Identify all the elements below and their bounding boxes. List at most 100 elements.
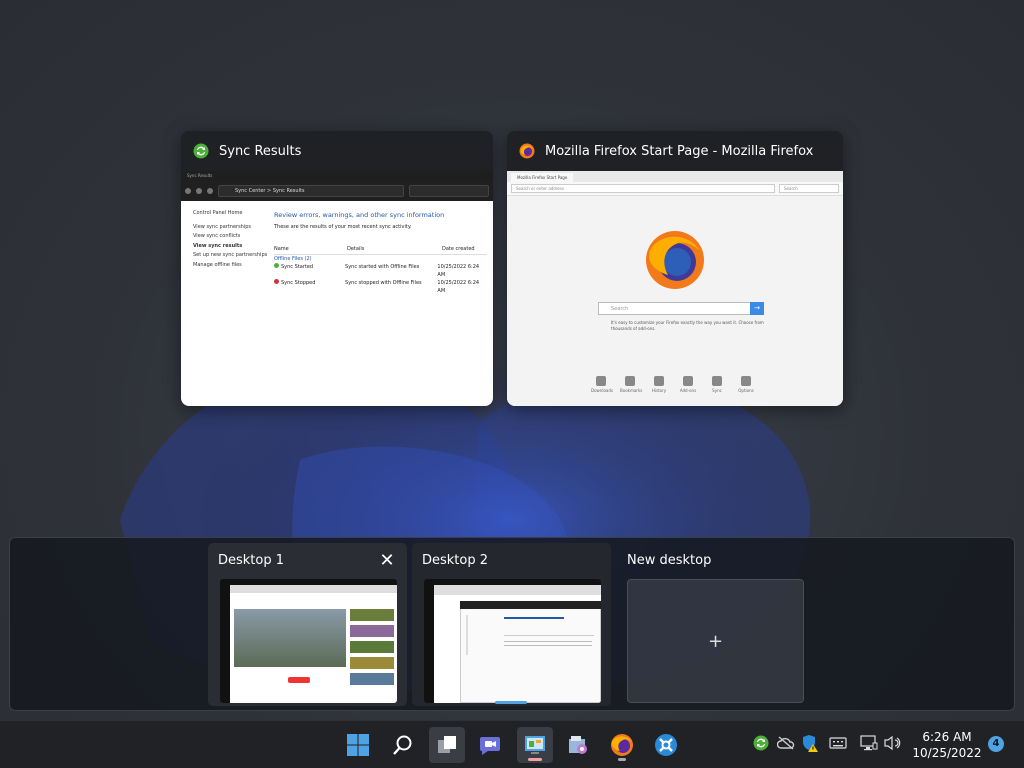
desktop-card-2[interactable]: Desktop 2 <box>412 543 611 706</box>
sidebar-link: Manage offline files <box>193 261 242 268</box>
start-icon <box>347 734 369 756</box>
bookmarks-icon <box>625 376 635 386</box>
clock-date: 10/25/2022 <box>912 746 982 760</box>
options-icon <box>741 376 751 386</box>
column-date: Date created <box>442 246 475 252</box>
chat-button[interactable] <box>472 727 508 763</box>
sync-heading: Review errors, warnings, and other sync … <box>274 211 445 219</box>
tray-keyboard[interactable] <box>828 733 848 753</box>
tray-volume[interactable] <box>883 733 903 753</box>
tray-onedrive[interactable] <box>776 733 796 753</box>
window-card-firefox[interactable]: Mozilla Firefox Start Page - Mozilla Fir… <box>507 131 843 406</box>
row-details: Sync started with Offline Files <box>345 264 420 270</box>
tray-network[interactable] <box>859 733 879 753</box>
row-details: Sync stopped with Offline Files <box>345 280 422 286</box>
column-name: Name <box>274 246 289 252</box>
launcher-label: Bookmarks <box>620 388 643 393</box>
window-card-header: Sync Results <box>181 131 493 171</box>
teams-chat-icon <box>480 737 500 755</box>
cloud-offline-icon <box>777 736 795 750</box>
table-row: Sync Stopped Sync stopped with Offline F… <box>274 279 487 295</box>
search-placeholder: Search <box>611 306 629 312</box>
sync-started-icon <box>274 263 279 268</box>
thumbnail-main: Review errors, warnings, and other sync … <box>274 211 487 295</box>
thumbnail-navbar: Search or enter address Search <box>507 182 843 196</box>
results-group: Offline Files (2) <box>274 256 312 262</box>
launcher-label: Options <box>738 388 754 393</box>
task-view-button[interactable] <box>429 727 465 763</box>
launcher-item: Options <box>736 376 756 393</box>
forward-icon <box>196 188 202 194</box>
results-header: Name Details Date created <box>274 246 487 255</box>
taskbar-app-firefox[interactable] <box>604 727 640 763</box>
launcher-label: Sync <box>712 388 722 393</box>
window-thumbnail: Sync Results Sync Center > Sync Results … <box>181 171 493 406</box>
downloads-icon <box>596 376 606 386</box>
new-desktop-card[interactable]: New desktop + <box>617 543 816 706</box>
arrow-right-icon: → <box>750 302 764 315</box>
address-field: Sync Center > Sync Results <box>218 185 404 197</box>
window-thumbnail: Mozilla Firefox Start Page Search or ent… <box>507 171 843 406</box>
tray-sync-center[interactable] <box>751 733 771 753</box>
volume-icon <box>884 735 901 751</box>
start-button[interactable] <box>340 727 376 763</box>
back-icon <box>185 188 191 194</box>
history-icon <box>654 376 664 386</box>
close-icon[interactable]: ✕ <box>377 551 397 571</box>
sync-center-icon <box>193 143 209 159</box>
snippet-text: It's easy to customize your Firefox exac… <box>611 320 764 331</box>
window-card-title: Mozilla Firefox Start Page - Mozilla Fir… <box>545 143 814 159</box>
firefox-logo <box>646 231 704 289</box>
thumbnail-address-bar: Sync Center > Sync Results <box>181 181 493 201</box>
task-view-icon <box>438 736 456 753</box>
url-field: Search or enter address <box>511 184 775 193</box>
clock[interactable]: 6:26 AM 10/25/2022 <box>908 729 986 761</box>
table-row: Sync Started Sync started with Offline F… <box>274 263 487 279</box>
column-details: Details <box>347 246 365 252</box>
launcher-item: History <box>649 376 669 393</box>
window-card-header: Mozilla Firefox Start Page - Mozilla Fir… <box>507 131 843 171</box>
search-button[interactable] <box>385 727 421 763</box>
launcher-item: Sync <box>707 376 727 393</box>
new-desktop-button[interactable]: + <box>627 579 804 703</box>
launcher-label: Add-ons <box>679 388 697 393</box>
virtual-desktops-bar: Desktop 1 ✕ Desktop 2 New desktop + <box>9 537 1015 711</box>
search-icon <box>393 735 412 755</box>
launcher-item: Add-ons <box>678 376 698 393</box>
taskbar-app-control-panel[interactable] <box>517 727 553 763</box>
plus-icon: + <box>707 630 724 652</box>
tray-security[interactable] <box>800 733 820 753</box>
search-bar: Search <box>779 184 839 193</box>
row-date: 10/25/2022 6:24 AM <box>437 280 480 294</box>
keyboard-icon <box>829 737 847 749</box>
window-card-sync-results[interactable]: Sync Results Sync Results Sync Center > … <box>181 131 493 406</box>
sync-subheading: These are the results of your most recen… <box>274 224 412 230</box>
shield-warning-icon <box>803 735 818 752</box>
firefox-icon <box>519 143 535 159</box>
taskbar-app-tools[interactable] <box>560 727 596 763</box>
sidebar-link: Set up new sync partnerships <box>193 252 268 258</box>
thumbnail-tab: Mozilla Firefox Start Page <box>511 173 573 182</box>
desktop-card-1[interactable]: Desktop 1 ✕ <box>208 543 407 706</box>
desktop-label: Desktop 1 <box>218 553 285 568</box>
start-page: Search → It's easy to customize your Fir… <box>507 196 843 406</box>
sidebar-link: View sync conflicts <box>193 233 241 239</box>
notification-badge[interactable]: 4 <box>988 736 1004 752</box>
sync-center-icon <box>753 735 769 751</box>
desktop-thumbnail <box>220 579 397 703</box>
launcher-item: Downloads <box>591 376 613 393</box>
thumbnail-window-label: Sync Results <box>181 171 493 181</box>
clock-time: 6:26 AM <box>922 730 972 744</box>
window-card-title: Sync Results <box>219 143 302 159</box>
launcher-row: Downloads Bookmarks History Add-ons Sync… <box>591 376 756 393</box>
launcher-item: Bookmarks <box>620 376 643 393</box>
taskbar-app-settings[interactable] <box>648 727 684 763</box>
row-name: Sync Started <box>281 264 314 270</box>
search-field <box>409 185 489 197</box>
sidebar-link-active: View sync results <box>193 242 243 249</box>
control-panel-icon <box>525 736 545 754</box>
launcher-label: History <box>651 388 667 393</box>
sidebar-link: Control Panel Home <box>193 210 243 216</box>
tools-icon <box>569 736 587 754</box>
sync-icon <box>712 376 722 386</box>
